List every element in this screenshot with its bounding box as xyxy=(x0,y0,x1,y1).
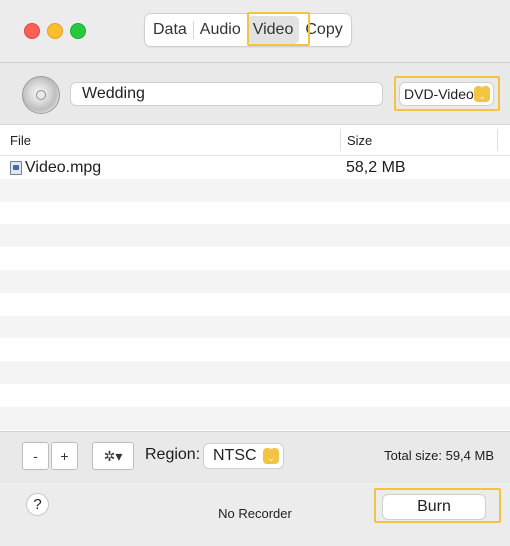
file-size: 58,2 MB xyxy=(346,159,406,176)
empty-row xyxy=(0,202,510,225)
column-divider xyxy=(497,129,498,151)
disc-icon xyxy=(22,76,60,114)
tab-audio[interactable]: Audio xyxy=(194,16,247,44)
file-name: Video.mpg xyxy=(25,159,102,176)
tab-data[interactable]: Data xyxy=(147,16,193,44)
video-file-icon xyxy=(10,161,22,175)
table-row[interactable]: Video.mpg 58,2 MB xyxy=(0,156,510,179)
format-popup[interactable]: DVD-Video ⌃ ⌄ xyxy=(399,82,494,106)
total-size: Total size: 59,4 MB xyxy=(384,448,494,463)
title-bar: Data Audio Video Copy xyxy=(0,0,510,63)
empty-row xyxy=(0,361,510,384)
close-icon[interactable] xyxy=(24,23,40,39)
region-value: NTSC xyxy=(213,447,257,464)
stepper-icon: ⌃ ⌄ xyxy=(474,85,490,102)
column-file-header[interactable]: File xyxy=(10,133,31,148)
footer: ? No Recorder Burn xyxy=(0,483,510,546)
column-size-header[interactable]: Size xyxy=(347,133,372,148)
burn-button[interactable]: Burn xyxy=(382,494,486,520)
empty-row xyxy=(0,315,510,339)
empty-row xyxy=(0,406,510,430)
bottom-bar: - + ✲▾ Region: NTSC ⌃ ⌄ Total size: 59,4 … xyxy=(0,431,510,484)
empty-row xyxy=(0,224,510,248)
remove-file-button[interactable]: - xyxy=(22,442,49,470)
tab-video[interactable]: Video xyxy=(246,16,300,44)
add-file-button[interactable]: + xyxy=(51,442,78,470)
region-popup[interactable]: NTSC ⌃ ⌄ xyxy=(203,443,284,469)
zoom-icon[interactable] xyxy=(70,23,86,39)
table-header: File Size xyxy=(0,125,510,156)
empty-row xyxy=(0,293,510,316)
mode-tabs: Data Audio Video Copy xyxy=(144,13,352,47)
empty-row xyxy=(0,178,510,202)
minimize-icon[interactable] xyxy=(47,23,63,39)
empty-row xyxy=(0,384,510,407)
gear-icon[interactable]: ✲▾ xyxy=(92,442,134,470)
column-divider xyxy=(340,129,341,151)
tab-copy[interactable]: Copy xyxy=(299,16,348,44)
disc-name-field[interactable]: Wedding xyxy=(70,82,383,106)
disc-toolbar: Wedding DVD-Video ⌃ ⌄ xyxy=(0,63,510,125)
empty-row xyxy=(0,338,510,361)
region-label: Region: xyxy=(145,446,201,463)
format-value: DVD-Video xyxy=(404,86,474,102)
file-list: Video.mpg 58,2 MB xyxy=(0,156,510,430)
stepper-icon: ⌃ ⌄ xyxy=(263,447,279,464)
empty-row xyxy=(0,247,510,270)
empty-row xyxy=(0,269,510,293)
